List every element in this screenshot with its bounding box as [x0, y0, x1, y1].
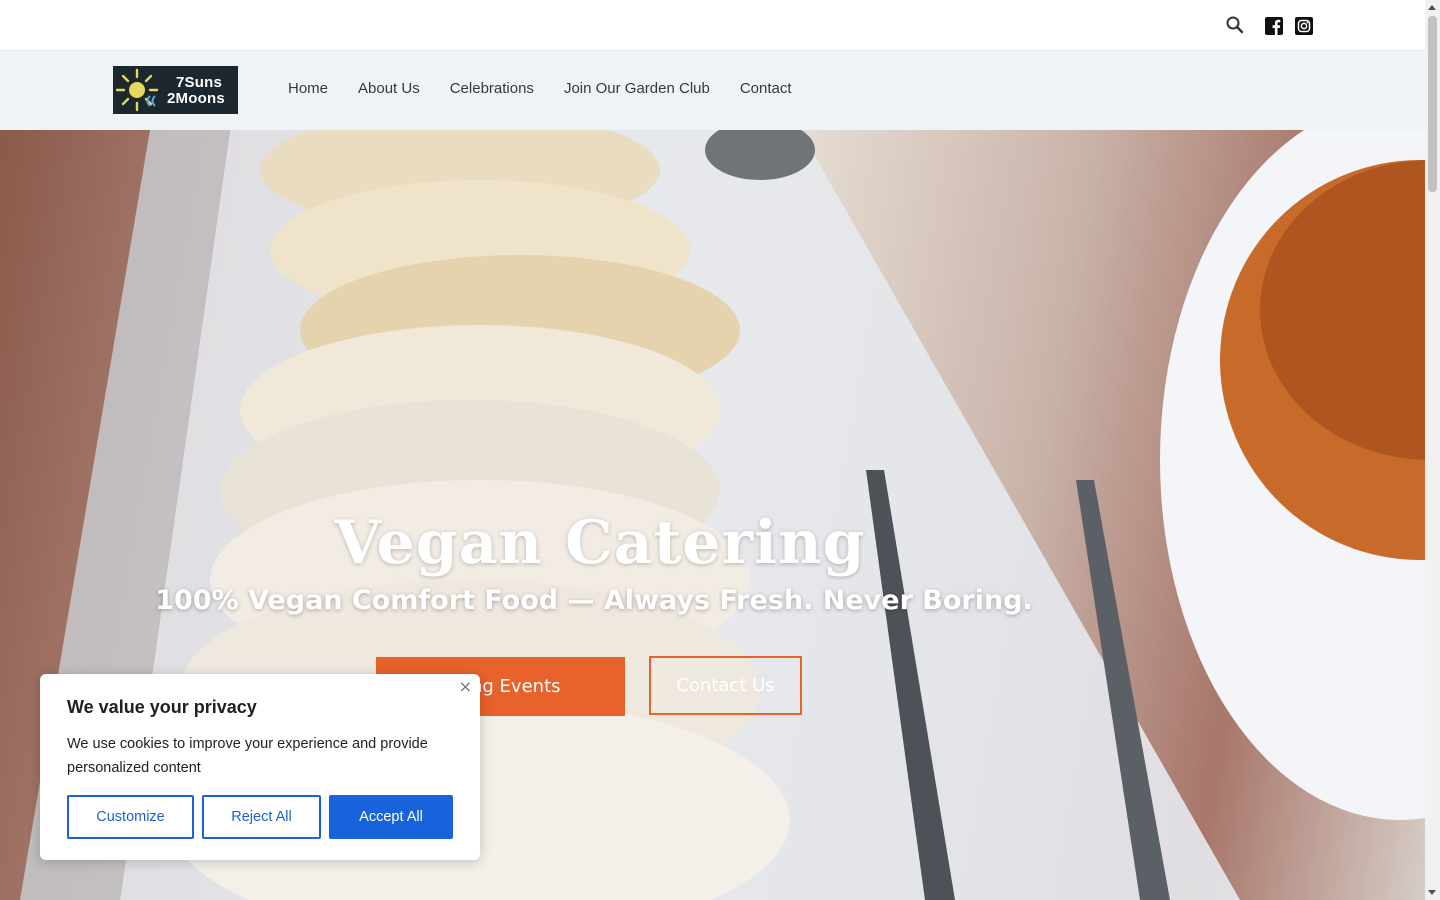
logo-text-top: 7Suns	[176, 74, 223, 91]
nav-about-us[interactable]: About Us	[358, 80, 420, 97]
accept-all-button[interactable]: Accept All	[329, 795, 453, 839]
nav-celebrations[interactable]: Celebrations	[450, 80, 534, 97]
scrollbar-thumb[interactable]	[1428, 16, 1437, 192]
instagram-icon[interactable]	[1293, 15, 1315, 37]
hero-subtitle: 100% Vegan Comfort Food — Always Fresh. …	[155, 585, 1033, 616]
nav-home[interactable]: Home	[288, 80, 328, 97]
contact-us-button[interactable]: Contact Us	[649, 656, 802, 715]
nav-contact[interactable]: Contact	[740, 80, 792, 97]
page-scrollbar[interactable]	[1425, 0, 1440, 900]
top-bar	[0, 0, 1425, 51]
logo-text-bottom: 2Moons	[167, 90, 225, 107]
scroll-up-icon[interactable]	[1428, 5, 1436, 10]
facebook-icon[interactable]	[1263, 15, 1285, 37]
cookie-consent-dialog: × We value your privacy We use cookies t…	[40, 674, 480, 860]
reject-all-button[interactable]: Reject All	[202, 795, 321, 839]
close-icon[interactable]: ×	[459, 677, 472, 696]
scroll-down-icon[interactable]	[1428, 890, 1436, 895]
nav-garden-club[interactable]: Join Our Garden Club	[564, 80, 710, 97]
main-navigation: 7Suns 2Moons Home About Us Celebrations …	[0, 51, 1425, 130]
hero-title: Vegan Catering	[334, 508, 866, 578]
cookie-title: We value your privacy	[67, 697, 257, 717]
search-icon[interactable]	[1224, 14, 1246, 36]
site-logo[interactable]: 7Suns 2Moons	[113, 66, 238, 114]
primary-menu: Home About Us Celebrations Join Our Gard…	[288, 80, 822, 97]
cookie-body: We use cookies to improve your experienc…	[67, 736, 428, 776]
customize-button[interactable]: Customize	[67, 795, 194, 839]
